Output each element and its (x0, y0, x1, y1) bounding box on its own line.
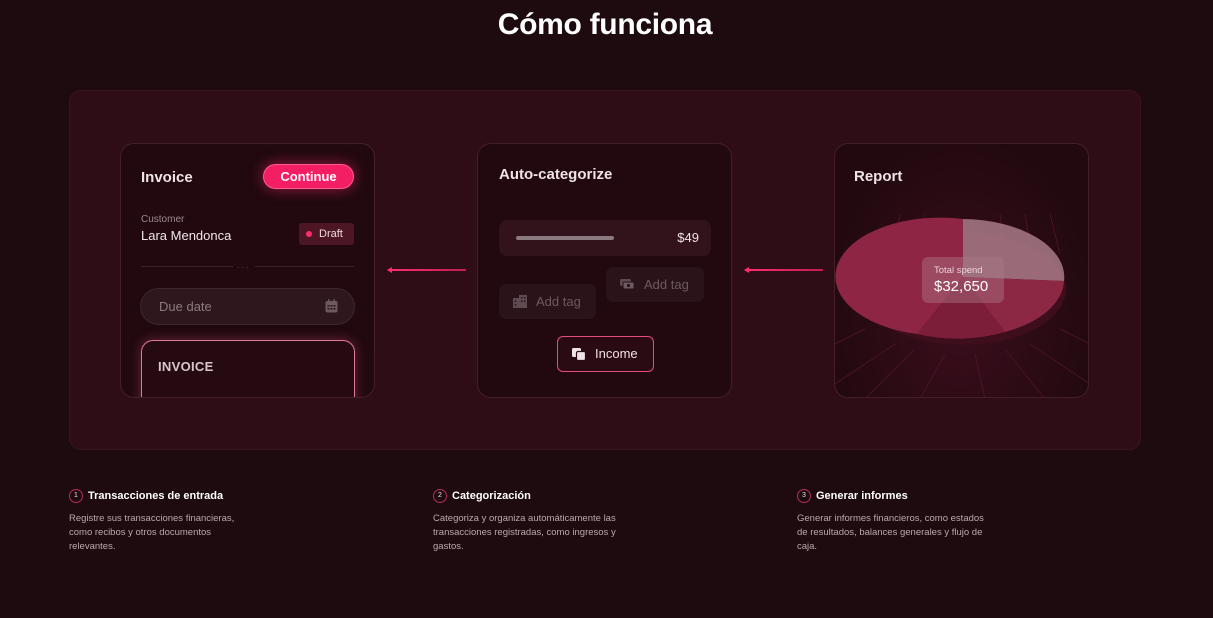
income-category-button[interactable]: Income (557, 336, 654, 372)
divider-dots: ... (233, 260, 255, 270)
building-icon (513, 295, 527, 308)
due-date-field[interactable]: Due date (140, 288, 355, 325)
add-tag-label: Add tag (536, 294, 581, 309)
invoice-card: Invoice Continue Customer Lara Mendonca … (120, 143, 375, 398)
total-spend-box: Total spend $32,650 (922, 257, 1004, 303)
calendar-icon[interactable] (325, 299, 338, 313)
add-tag-button[interactable]: Add tag (499, 284, 596, 319)
step-description: Categoriza y organiza automáticamente la… (433, 513, 616, 552)
customer-name: Lara Mendonca (141, 228, 232, 243)
total-spend-label: Total spend (934, 265, 983, 276)
step-description: Registre sus transacciones financieras, … (69, 513, 235, 552)
transaction-row: $49 (499, 220, 711, 256)
invoice-document-preview: INVOICE (141, 340, 355, 397)
transaction-placeholder-bar (516, 236, 614, 240)
invoice-document-label: INVOICE (158, 359, 214, 374)
connector-arrow-1 (387, 267, 466, 273)
autocategorize-card-title: Auto-categorize (499, 166, 613, 183)
income-label: Income (595, 346, 638, 361)
step-number: 3 (797, 489, 811, 503)
step-number: 2 (433, 489, 447, 503)
continue-button[interactable]: Continue (263, 164, 354, 189)
customer-label: Customer (141, 214, 185, 225)
due-date-placeholder: Due date (159, 299, 212, 314)
invoice-card-title: Invoice (141, 169, 193, 186)
autocategorize-card: Auto-categorize $49 Add tag Add tag Inco… (477, 143, 732, 398)
transaction-amount: $49 (677, 230, 699, 245)
page-title: Cómo funciona (497, 8, 713, 41)
cash-icon (620, 279, 634, 290)
add-tag-label: Add tag (644, 277, 689, 292)
step-title: Transacciones de entrada (88, 490, 224, 502)
copy-icon (572, 348, 586, 361)
step-description: Generar informes financieros, como estad… (797, 513, 984, 552)
step-title: Categorización (452, 490, 531, 502)
step-title: Generar informes (816, 490, 908, 502)
status-dot-icon (306, 231, 312, 237)
connector-arrow-2 (744, 267, 823, 273)
step-number: 1 (69, 489, 83, 503)
status-badge: Draft (299, 223, 354, 245)
status-badge-label: Draft (319, 228, 343, 240)
total-spend-value: $32,650 (934, 278, 989, 295)
report-card: Report Total spend $32,650 (834, 143, 1089, 398)
add-tag-button[interactable]: Add tag (606, 267, 704, 302)
report-card-title: Report (854, 168, 903, 185)
